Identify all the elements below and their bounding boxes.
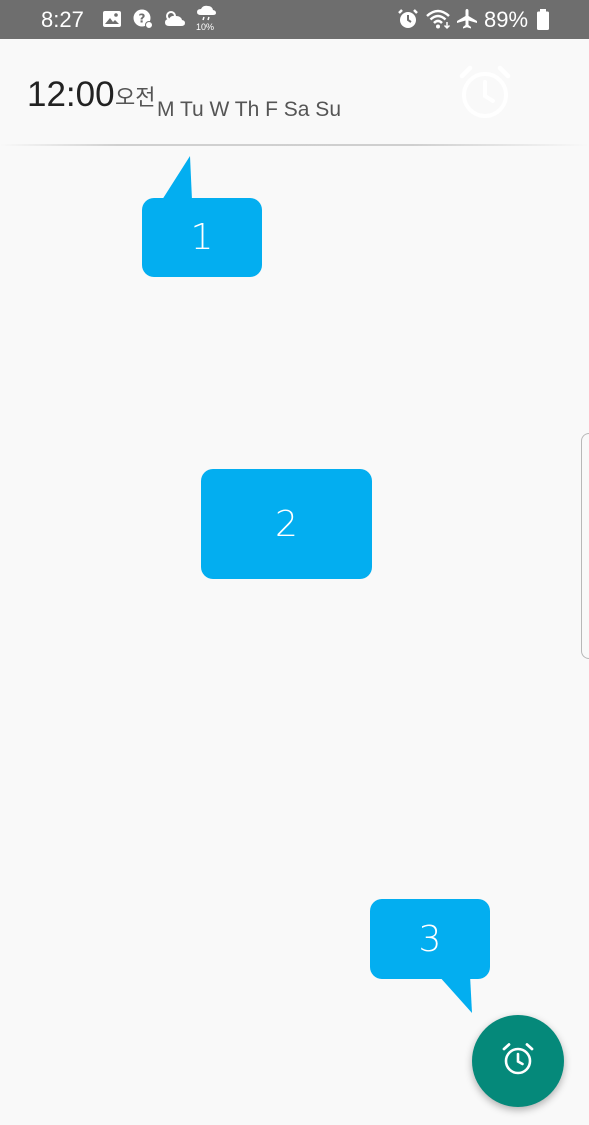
alarm-screen: 8:27 ? 10% 89% 12:00 오전 M Tu W Th F Sa S… <box>0 0 589 1125</box>
tutorial-bubble-1: 1 <box>142 198 262 277</box>
battery-icon <box>536 9 550 36</box>
bubble-1-pointer <box>162 156 192 200</box>
weather-cloud-icon <box>163 10 187 33</box>
tutorial-step-2-label: 2 <box>275 503 298 545</box>
add-alarm-button[interactable] <box>472 1015 564 1107</box>
bubble-3-pointer <box>438 975 472 1013</box>
alarm-repeat-days: M Tu W Th F Sa Su <box>157 98 341 121</box>
tutorial-step-1-label: 1 <box>190 217 214 258</box>
add-alarm-icon <box>500 1041 536 1082</box>
alarm-toggle-icon[interactable] <box>458 65 514 126</box>
status-bar: 8:27 ? 10% 89% <box>0 0 589 39</box>
app-notification-icon: ? <box>132 8 154 35</box>
weather-precip-text: 10% <box>196 22 215 32</box>
status-time: 8:27 <box>41 7 84 32</box>
svg-text:?: ? <box>139 12 146 26</box>
tutorial-bubble-2: 2 <box>201 469 372 579</box>
tutorial-bubble-3: 3 <box>370 899 490 979</box>
row-divider <box>0 144 589 146</box>
airplane-mode-icon <box>455 8 479 35</box>
alarm-ampm: 오전 <box>115 85 156 110</box>
tutorial-step-3-label: 3 <box>418 918 442 960</box>
alarm-list-item[interactable]: 12:00 오전 M Tu W Th F Sa Su <box>0 39 589 146</box>
wifi-icon <box>425 8 453 35</box>
battery-percent: 89% <box>484 7 529 32</box>
alarm-time: 12:00 <box>27 75 115 114</box>
alarm-status-icon <box>397 8 419 35</box>
gallery-icon <box>102 10 122 33</box>
edge-panel-handle[interactable] <box>581 433 589 659</box>
